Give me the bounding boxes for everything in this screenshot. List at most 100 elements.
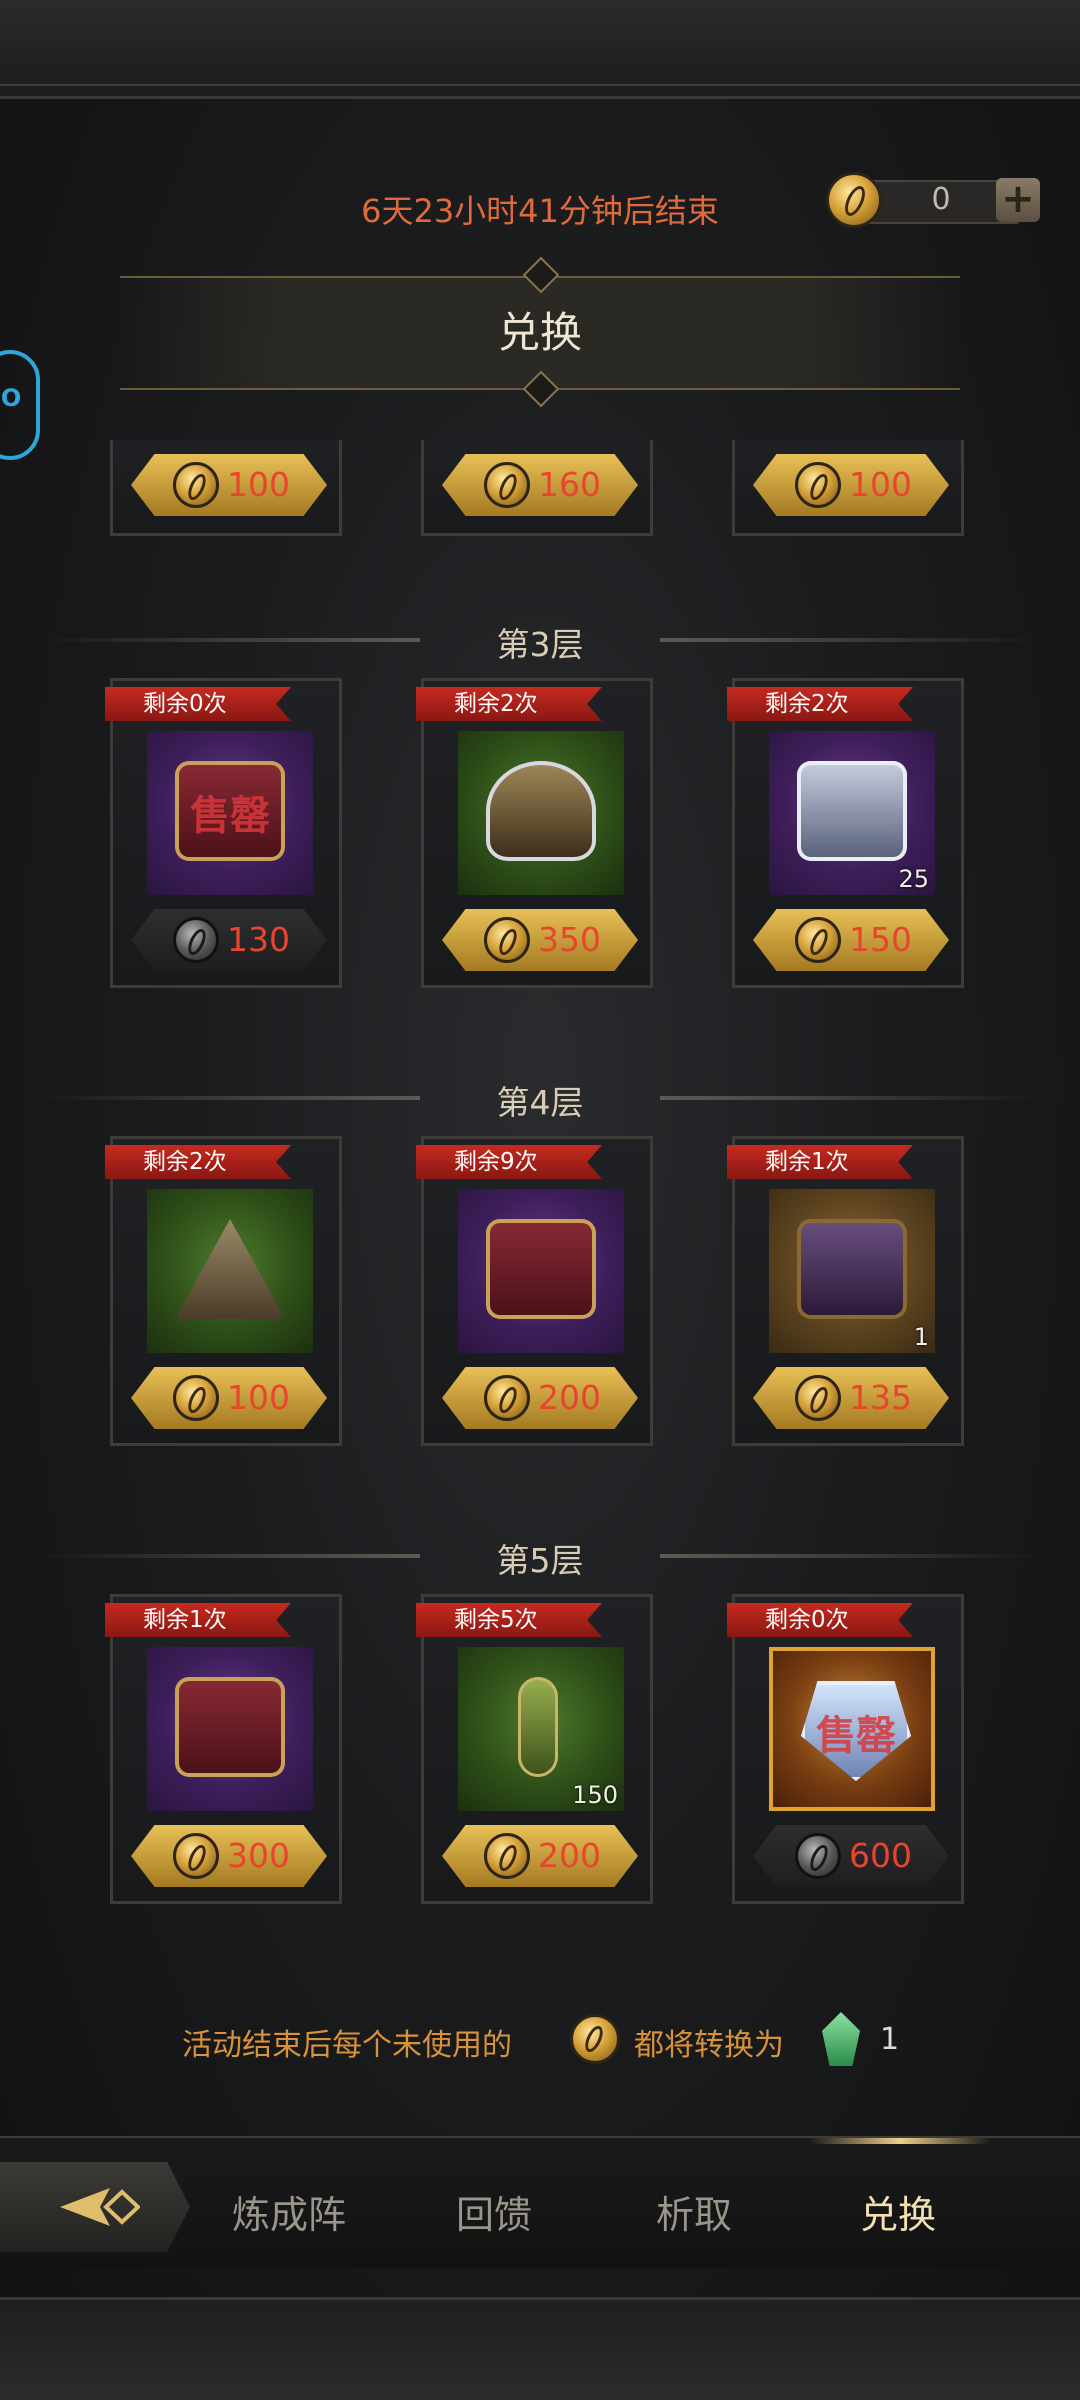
item-thumbnail[interactable]: 售罄 — [769, 1647, 935, 1811]
item-quantity: 25 — [898, 865, 929, 893]
gold-coin-icon — [484, 1833, 530, 1879]
layer-header: 第3层 — [0, 610, 1080, 670]
exchange-card[interactable]: 160 — [421, 440, 653, 536]
price-button[interactable]: 135 — [753, 1367, 949, 1429]
page: JO 6天23小时41分钟后结束 0 + 兑换 100160100第3层售罄剩余… — [0, 0, 1080, 2400]
event-timer: 6天23小时41分钟后结束 — [361, 192, 719, 230]
price-button[interactable]: 130 — [131, 909, 327, 971]
exchange-card[interactable]: 100 — [732, 440, 964, 536]
price-value: 350 — [538, 920, 601, 959]
item-icon — [486, 1219, 596, 1319]
item-quantity: 150 — [572, 1781, 618, 1809]
item-thumbnail[interactable] — [147, 1189, 313, 1353]
sold-out-stamp: 售罄 — [816, 1713, 896, 1759]
silver-coin-icon — [795, 1833, 841, 1879]
exchange-card[interactable]: 100 — [110, 440, 342, 536]
tab-rewards[interactable]: 回馈 — [456, 2184, 532, 2239]
gold-coin-icon — [826, 172, 882, 228]
remaining-count: 剩余1次 — [765, 1149, 849, 1175]
layer-header: 第5层 — [0, 1526, 1080, 1586]
item-icon — [797, 761, 907, 861]
layer-header: 第4层 — [0, 1068, 1080, 1128]
back-arrow-icon — [60, 2188, 140, 2226]
gold-coin-icon — [795, 462, 841, 508]
tab-extract[interactable]: 析取 — [656, 2184, 732, 2239]
price-button[interactable]: 350 — [442, 909, 638, 971]
item-thumbnail[interactable] — [458, 731, 624, 895]
divider-line — [40, 1096, 420, 1100]
bottom-frame — [0, 2297, 1080, 2400]
item-thumbnail[interactable] — [147, 1647, 313, 1811]
back-button[interactable] — [0, 2162, 190, 2252]
gold-coin-icon — [795, 917, 841, 963]
divider-line — [660, 1096, 1040, 1100]
price-button[interactable]: 200 — [442, 1367, 638, 1429]
price-value: 130 — [227, 920, 290, 959]
price-value: 100 — [227, 465, 290, 504]
price-button[interactable]: 150 — [753, 909, 949, 971]
green-gem-icon — [822, 2012, 860, 2066]
remaining-ribbon: 剩余2次 — [105, 1145, 291, 1179]
silver-coin-icon — [173, 917, 219, 963]
item-thumbnail[interactable]: 25 — [769, 731, 935, 895]
exchange-card[interactable]: 25 剩余2次 150 — [727, 678, 964, 988]
exchange-card[interactable]: 150 剩余5次 200 — [416, 1594, 653, 1904]
item-thumbnail[interactable]: 售罄 — [147, 731, 313, 895]
gold-coin-icon — [570, 2014, 620, 2064]
remaining-ribbon: 剩余0次 — [727, 1603, 913, 1637]
divider-line — [40, 638, 420, 642]
remaining-ribbon: 剩余1次 — [727, 1145, 913, 1179]
price-button[interactable]: 100 — [753, 454, 949, 516]
price-button[interactable]: 200 — [442, 1825, 638, 1887]
currency-value: 0 — [931, 182, 951, 217]
price-value: 150 — [849, 920, 912, 959]
divider-line — [660, 1554, 1040, 1558]
gold-coin-icon — [173, 1833, 219, 1879]
gem-count: 1 — [880, 2022, 900, 2057]
price-button[interactable]: 100 — [131, 1367, 327, 1429]
layer-label: 第5层 — [496, 1541, 584, 1580]
remaining-count: 剩余0次 — [765, 1607, 849, 1633]
remaining-count: 剩余2次 — [765, 691, 849, 717]
active-tab-glow — [810, 2138, 990, 2144]
exchange-card[interactable]: 剩余9次 200 — [416, 1136, 653, 1446]
price-button[interactable]: 600 — [753, 1825, 949, 1887]
exchange-card[interactable]: 售罄 剩余0次 600 — [727, 1594, 964, 1904]
exchange-card[interactable]: 剩余1次 300 — [105, 1594, 342, 1904]
price-value: 300 — [227, 1836, 290, 1875]
price-value: 100 — [849, 465, 912, 504]
exchange-card[interactable]: 售罄 剩余0次 130 — [105, 678, 342, 988]
exchange-card[interactable]: 剩余2次 350 — [416, 678, 653, 988]
price-value: 135 — [849, 1378, 912, 1417]
price-value: 600 — [849, 1836, 912, 1875]
remaining-count: 剩余1次 — [143, 1607, 227, 1633]
item-thumbnail[interactable]: 150 — [458, 1647, 624, 1811]
remaining-ribbon: 剩余0次 — [105, 687, 291, 721]
add-currency-button[interactable]: + — [996, 178, 1040, 222]
top-frame — [0, 0, 1080, 99]
divider-line — [660, 638, 1040, 642]
price-value: 100 — [227, 1378, 290, 1417]
price-button[interactable]: 300 — [131, 1825, 327, 1887]
gold-coin-icon — [173, 462, 219, 508]
price-button[interactable]: 100 — [131, 454, 327, 516]
item-thumbnail[interactable]: 1 — [769, 1189, 935, 1353]
layer-label: 第4层 — [496, 1083, 584, 1122]
price-button[interactable]: 160 — [442, 454, 638, 516]
remaining-count: 剩余0次 — [143, 691, 227, 717]
currency-display: 0 + — [826, 172, 1046, 228]
gold-coin-icon — [484, 1375, 530, 1421]
exchange-card[interactable]: 剩余2次 100 — [105, 1136, 342, 1446]
exchange-card[interactable]: 1 剩余1次 135 — [727, 1136, 964, 1446]
tab-exchange[interactable]: 兑换 — [860, 2184, 936, 2239]
exchange-list[interactable]: 100 160 100 第3层 售罄 剩余0次 130 剩余2次 350 25 剩余2次 150 第4层… — [0, 440, 1080, 1940]
notice-text-after: 都将转换为 — [634, 2028, 784, 2063]
item-thumbnail[interactable] — [458, 1189, 624, 1353]
remaining-count: 剩余9次 — [454, 1149, 538, 1175]
notice-text-before: 活动结束后每个未使用的 — [182, 2028, 512, 2063]
tab-alchemy-circle[interactable]: 炼成阵 — [232, 2184, 346, 2239]
item-quantity: 1 — [913, 1323, 929, 1351]
gold-coin-icon — [173, 1375, 219, 1421]
gold-coin-icon — [484, 462, 530, 508]
price-value: 160 — [538, 465, 601, 504]
